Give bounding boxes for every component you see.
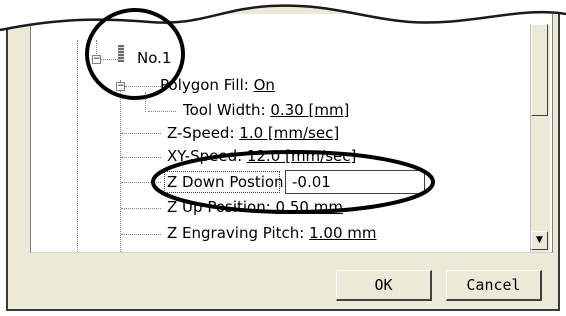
annotation-circle-z-down xyxy=(151,150,435,214)
annotation-overlay xyxy=(85,8,435,214)
annotation-circle-root xyxy=(85,8,185,100)
